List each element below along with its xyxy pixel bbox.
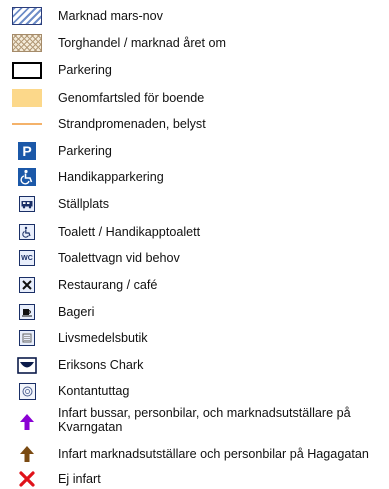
legend-item-marknad: Marknad mars-nov bbox=[0, 6, 389, 26]
legend-label: Eriksons Chark bbox=[58, 358, 144, 372]
legend-item-eriksons-chark: Eriksons Chark bbox=[0, 355, 389, 375]
legend-item-toalettvagn: WC Toalettvagn vid behov bbox=[0, 248, 389, 268]
orange-filled-area-icon bbox=[12, 89, 42, 107]
legend-item-restaurang: Restaurang / café bbox=[0, 275, 389, 295]
legend-label: Torghandel / marknad året om bbox=[58, 36, 227, 50]
legend-label: Toalettvagn vid behov bbox=[58, 251, 180, 265]
legend-label: Toalett / Handikapptoalett bbox=[58, 225, 201, 239]
legend-label: Livsmedelsbutik bbox=[58, 331, 148, 345]
red-x-icon bbox=[12, 470, 42, 488]
legend-label: Strandpromenaden, belyst bbox=[58, 117, 206, 131]
outlined-rectangle-icon bbox=[12, 61, 42, 79]
legend-item-parkering-area: Parkering bbox=[0, 60, 389, 80]
camper-van-icon bbox=[12, 195, 42, 213]
purple-arrow-up-icon bbox=[12, 413, 42, 431]
legend-item-livsmedelsbutik: Livsmedelsbutik bbox=[0, 328, 389, 348]
legend-label: Marknad mars-nov bbox=[58, 9, 163, 23]
legend-label: Parkering bbox=[58, 144, 112, 158]
legend-item-infart-kvarngatan: Infart bussar, personbilar, och marknads… bbox=[0, 405, 389, 437]
wc-icon: WC bbox=[12, 249, 42, 267]
legend-label: Parkering bbox=[58, 63, 112, 77]
wheelchair-icon bbox=[12, 168, 42, 186]
parking-p-icon: P bbox=[12, 142, 42, 160]
legend-item-bageri: Bageri bbox=[0, 302, 389, 322]
legend-item-ej-infart: Ej infart bbox=[0, 469, 389, 489]
blue-hatched-area-icon bbox=[12, 7, 42, 25]
legend-item-handikapparkering: Handikapparkering bbox=[0, 167, 389, 187]
grocery-store-icon bbox=[12, 329, 42, 347]
map-legend: Marknad mars-nov Torghandel / marknad år… bbox=[0, 0, 389, 489]
legend-item-genomfartsled: Genomfartsled för boende bbox=[0, 88, 389, 108]
crosshatched-area-icon bbox=[12, 34, 42, 52]
legend-label: Infart bussar, personbilar, och marknads… bbox=[58, 406, 351, 434]
legend-item-infart-hagagatan: Infart marknadsutställare och personbila… bbox=[0, 444, 389, 464]
legend-label: Ställplats bbox=[58, 197, 110, 211]
legend-item-parkering-symbol: P Parkering bbox=[0, 141, 389, 161]
orange-line-icon bbox=[12, 115, 42, 133]
accessible-toilet-icon bbox=[12, 223, 42, 241]
legend-label: Ej infart bbox=[58, 472, 101, 486]
eriksons-chark-logo-icon bbox=[12, 356, 42, 374]
legend-label: Restaurang / café bbox=[58, 278, 158, 292]
atm-icon bbox=[12, 382, 42, 400]
legend-label: Bageri bbox=[58, 305, 95, 319]
legend-label: Handikapparkering bbox=[58, 170, 164, 184]
bakery-icon bbox=[12, 303, 42, 321]
legend-item-torghandel: Torghandel / marknad året om bbox=[0, 33, 389, 53]
legend-item-stallplats: Ställplats bbox=[0, 194, 389, 214]
brown-arrow-up-icon bbox=[12, 445, 42, 463]
legend-item-strandpromenaden: Strandpromenaden, belyst bbox=[0, 114, 389, 134]
legend-label: Kontantuttag bbox=[58, 384, 130, 398]
legend-label: Genomfartsled för boende bbox=[58, 91, 205, 105]
legend-item-kontantuttag: Kontantuttag bbox=[0, 381, 389, 401]
legend-label: Infart marknadsutställare och personbila… bbox=[58, 447, 369, 461]
fork-knife-icon bbox=[12, 276, 42, 294]
legend-item-toalett: Toalett / Handikapptoalett bbox=[0, 222, 389, 242]
